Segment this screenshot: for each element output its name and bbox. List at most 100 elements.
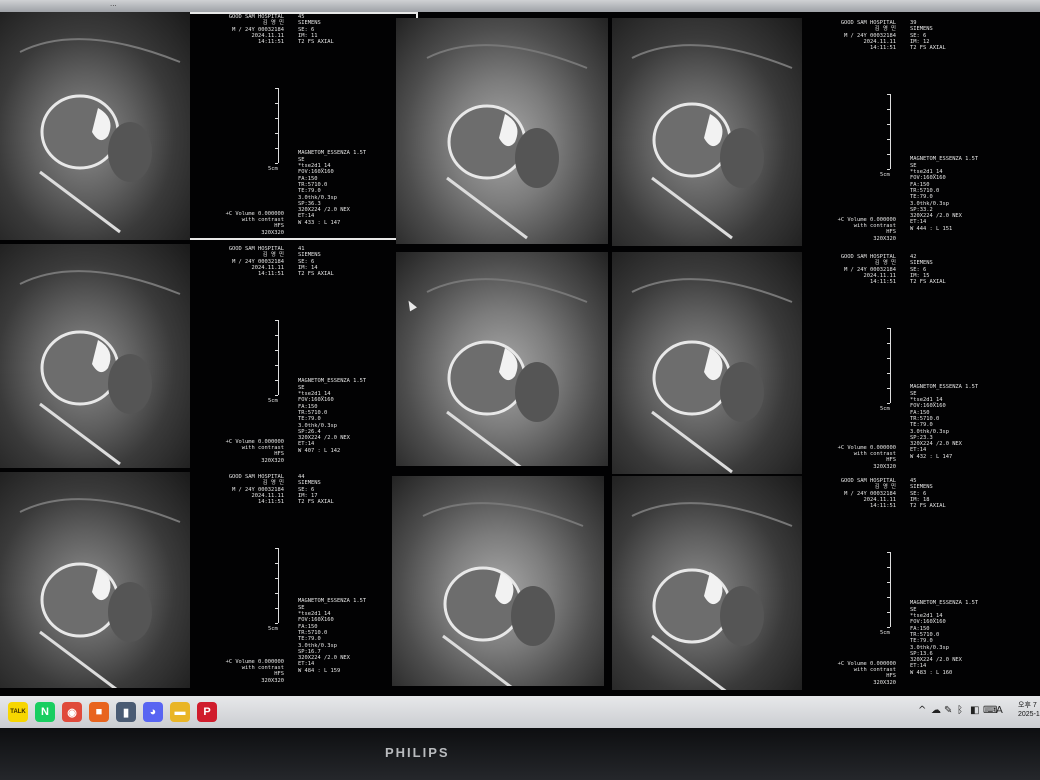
overlay-time: 14:11:51 bbox=[870, 45, 896, 52]
overlay-window: W 484 : L 159 bbox=[298, 667, 341, 674]
overlay-time: 14:11:51 bbox=[258, 271, 284, 278]
scale-ruler bbox=[884, 94, 891, 170]
scale-label: 5cm bbox=[268, 398, 278, 404]
overlay-top-right: 45 SIEMENS SE: 6 IM: 11 T2 FS AXIAL bbox=[298, 14, 334, 45]
overlay-top-right: 45 SIEMENS SE: 6 IM: 18 T2 FS AXIAL bbox=[910, 478, 946, 509]
overlay-window: W 483 : L 160 bbox=[910, 669, 953, 676]
mri-viewport-1[interactable]: GOOD SAM HOSPITAL 김 영 민M / 24Y 00032184 20… bbox=[0, 12, 418, 240]
overlay-top-left: GOOD SAM HOSPITAL 김 영 민M / 24Y 00032184 20… bbox=[812, 254, 896, 285]
overlay-scanner: MAGNETOM_ESSENZA 1.5T bbox=[298, 598, 367, 605]
overlay-bottom-left: +C Volume 0.000000 with contrast HFS 320X32… bbox=[812, 445, 896, 470]
mri-image bbox=[396, 18, 608, 244]
tray-icon-3[interactable]: ᛒ bbox=[957, 705, 963, 716]
tray-icon-1[interactable]: ☁ bbox=[931, 705, 941, 716]
mri-viewport-2[interactable]: GOOD SAM HOSPITAL 김 영 민M / 24Y 00032184 20… bbox=[612, 18, 1030, 246]
scale-ruler bbox=[884, 328, 891, 404]
app-orange-icon[interactable]: ■ bbox=[89, 702, 109, 722]
viewer-title-bar: ... bbox=[0, 0, 1040, 12]
overlay-top-left: GOOD SAM HOSPITAL 김 영 민M / 24Y 00032184 20… bbox=[200, 246, 284, 277]
scale-label: 5cm bbox=[880, 172, 890, 178]
overlay-time: 14:11:51 bbox=[258, 499, 284, 506]
overlay-size: 320X320 bbox=[873, 463, 896, 470]
clock-date[interactable]: 2025-1 bbox=[1018, 711, 1040, 718]
app-terminal-icon[interactable]: ▮ bbox=[116, 702, 136, 722]
overlay-top-left: GOOD SAM HOSPITAL 김 영 민M / 24Y 00032184 20… bbox=[812, 478, 896, 509]
overlay-window: W 444 : L 151 bbox=[910, 225, 953, 232]
overlay-bottom-left: +C Volume 0.000000 with contrast HFS 320X32… bbox=[812, 661, 896, 686]
app-red-icon[interactable]: P bbox=[197, 702, 217, 722]
overlay-top-left: GOOD SAM HOSPITAL 김 영 민M / 24Y 00032184 20… bbox=[200, 474, 284, 505]
overlay-top-right: 42 SIEMENS SE: 6 IM: 15 T2 FS AXIAL bbox=[910, 254, 946, 285]
monitor-brand-logo: PHILIPS bbox=[385, 745, 450, 760]
mri-viewport-3[interactable]: GOOD SAM HOSPITAL 김 영 민M / 24Y 00032184 20… bbox=[0, 244, 418, 468]
scale-label: 5cm bbox=[268, 626, 278, 632]
mri-image bbox=[612, 476, 802, 690]
tray-icon-2[interactable]: ✎ bbox=[944, 705, 952, 716]
mri-image bbox=[0, 244, 190, 468]
mri-image bbox=[612, 18, 802, 246]
overlay-bottom-right: MAGNETOM_ESSENZA 1.5T SE *tse2d1_14 FOV:160… bbox=[298, 598, 366, 674]
overlay-size: 320X320 bbox=[873, 235, 896, 242]
overlay-bottom-left: +C Volume 0.000000 with contrast HFS 320X32… bbox=[200, 659, 284, 684]
mri-image bbox=[0, 12, 190, 240]
overlay-top-right: 41 SIEMENS SE: 6 IM: 14 T2 FS AXIAL bbox=[298, 246, 334, 277]
overlay-scanner: MAGNETOM_ESSENZA 1.5T bbox=[910, 600, 979, 607]
mri-image bbox=[612, 252, 802, 474]
mri-reference-image-1[interactable] bbox=[396, 18, 614, 244]
overlay-sequence: T2 FS AXIAL bbox=[298, 39, 334, 46]
overlay-scanner: MAGNETOM_ESSENZA 1.5T bbox=[910, 384, 979, 391]
overlay-top-left: GOOD SAM HOSPITAL 김 영 민M / 24Y 00032184 20… bbox=[200, 14, 284, 45]
overlay-window: W 433 : L 147 bbox=[298, 219, 341, 226]
scale-ruler bbox=[884, 552, 891, 628]
overlay-top-right: 44 SIEMENS SE: 6 IM: 17 T2 FS AXIAL bbox=[298, 474, 334, 505]
overlay-scanner: MAGNETOM_ESSENZA 1.5T bbox=[298, 378, 367, 385]
tray-icon-6[interactable]: A bbox=[996, 705, 1003, 716]
naver-icon[interactable]: N bbox=[35, 702, 55, 722]
mri-viewport-5[interactable]: GOOD SAM HOSPITAL 김 영 민M / 24Y 00032184 20… bbox=[0, 472, 418, 688]
scale-ruler bbox=[272, 548, 279, 624]
overlay-bottom-right: MAGNETOM_ESSENZA 1.5T SE *tse2d1_14 FOV:160… bbox=[910, 600, 978, 676]
pacs-viewer-screen: ... GOOD SAM HOSPITAL 김 영 민M / 24Y 000321… bbox=[0, 0, 1040, 696]
clock-time[interactable]: 오후 7 bbox=[1018, 700, 1037, 710]
overlay-bottom-left: +C Volume 0.000000 with contrast HFS 320X32… bbox=[200, 211, 284, 236]
overlay-size: 320X320 bbox=[873, 679, 896, 686]
monitor-bezel: PHILIPS bbox=[0, 728, 1040, 780]
overlay-sequence: T2 FS AXIAL bbox=[298, 271, 334, 278]
overlay-bottom-right: MAGNETOM_ESSENZA 1.5T SE *tse2d1_14 FOV:160… bbox=[910, 156, 978, 232]
overlay-size: 320X320 bbox=[261, 457, 284, 464]
tray-icon-4[interactable]: ◧ bbox=[970, 705, 979, 716]
overlay-time: 14:11:51 bbox=[870, 279, 896, 286]
file-explorer-icon[interactable]: ▬ bbox=[170, 702, 190, 722]
kakaotalk-icon[interactable]: TALK bbox=[8, 702, 28, 722]
mri-image bbox=[392, 476, 604, 686]
mri-image bbox=[396, 252, 608, 466]
scale-label: 5cm bbox=[880, 630, 890, 636]
overlay-top-right: 39 SIEMENS SE: 6 IM: 12 T2 FS AXIAL bbox=[910, 20, 946, 51]
overlay-sequence: T2 FS AXIAL bbox=[910, 279, 946, 286]
overlay-size: 320X320 bbox=[261, 677, 284, 684]
overlay-scanner: MAGNETOM_ESSENZA 1.5T bbox=[910, 156, 979, 163]
overlay-scanner: MAGNETOM_ESSENZA 1.5T bbox=[298, 150, 367, 157]
discord-icon[interactable]: ◕ bbox=[143, 702, 163, 722]
mri-viewport-6[interactable]: GOOD SAM HOSPITAL 김 영 민M / 24Y 00032184 20… bbox=[612, 476, 1030, 690]
overlay-sequence: T2 FS AXIAL bbox=[910, 45, 946, 52]
overlay-window: W 407 : L 142 bbox=[298, 447, 341, 454]
overlay-bottom-left: +C Volume 0.000000 with contrast HFS 320X32… bbox=[812, 217, 896, 242]
overlay-window: W 432 : L 147 bbox=[910, 453, 953, 460]
scale-ruler bbox=[272, 88, 279, 164]
overlay-size: 320X320 bbox=[261, 229, 284, 236]
chrome-icon[interactable]: ◉ bbox=[62, 702, 82, 722]
mri-reference-image-2[interactable] bbox=[396, 252, 610, 466]
tray-icon-0[interactable]: ^ bbox=[918, 705, 926, 716]
overlay-bottom-left: +C Volume 0.000000 with contrast HFS 320X32… bbox=[200, 439, 284, 464]
overlay-bottom-right: MAGNETOM_ESSENZA 1.5T SE *tse2d1_14 FOV:160… bbox=[298, 378, 366, 454]
overlay-bottom-right: MAGNETOM_ESSENZA 1.5T SE *tse2d1_14 FOV:160… bbox=[298, 150, 366, 226]
mri-viewport-4[interactable]: GOOD SAM HOSPITAL 김 영 민M / 24Y 00032184 20… bbox=[612, 252, 1030, 474]
overlay-time: 14:11:51 bbox=[258, 39, 284, 46]
mri-reference-image-3[interactable] bbox=[392, 476, 606, 686]
overlay-sequence: T2 FS AXIAL bbox=[298, 499, 334, 506]
mri-image bbox=[0, 472, 190, 688]
overlay-time: 14:11:51 bbox=[870, 503, 896, 510]
windows-taskbar: TALK N ◉ ■ ▮ ◕ ▬ P ^ ☁ ✎ ᛒ ◧ ⌨ A 오후 7 2025-1 bbox=[0, 696, 1040, 728]
scale-label: 5cm bbox=[268, 166, 278, 172]
